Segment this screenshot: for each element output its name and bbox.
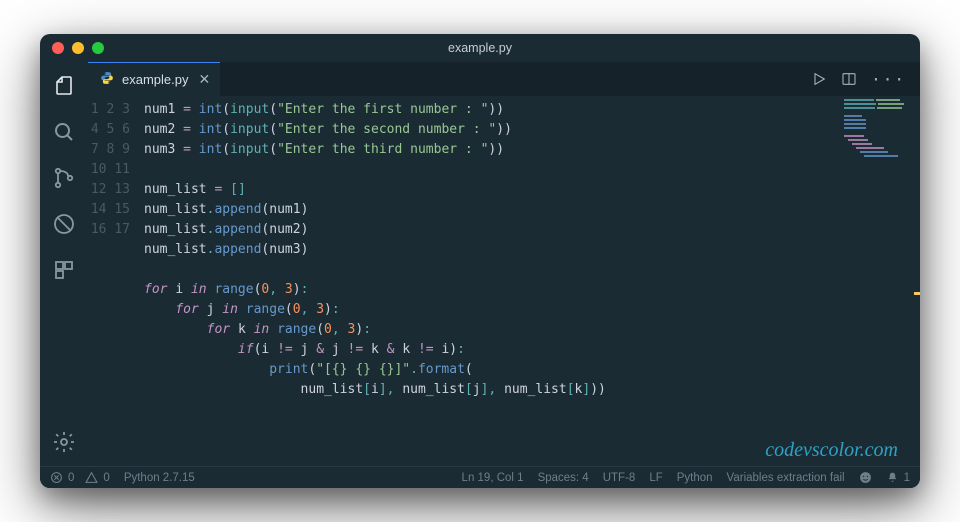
window-controls bbox=[52, 42, 104, 54]
titlebar: example.py bbox=[40, 34, 920, 62]
debug-icon[interactable] bbox=[50, 210, 78, 238]
overview-ruler bbox=[914, 96, 920, 466]
maximize-window-button[interactable] bbox=[92, 42, 104, 54]
tab-close-icon[interactable]: ✕ bbox=[198, 71, 210, 88]
search-icon[interactable] bbox=[50, 118, 78, 146]
more-actions-button[interactable]: ··· bbox=[871, 70, 906, 89]
status-language-mode[interactable]: Python bbox=[677, 472, 713, 484]
editor-body: example.py ✕ ··· 1 2 3 4 5 6 7 8 9 10 11… bbox=[40, 62, 920, 466]
status-extra[interactable]: Variables extraction fail bbox=[727, 472, 845, 484]
run-button[interactable] bbox=[811, 71, 827, 87]
status-errors-count: 0 bbox=[68, 472, 74, 484]
tab-bar: example.py ✕ ··· bbox=[88, 62, 920, 96]
status-notifications[interactable]: 1 bbox=[886, 471, 910, 484]
status-encoding[interactable]: UTF-8 bbox=[603, 472, 636, 484]
status-cursor-position[interactable]: Ln 19, Col 1 bbox=[462, 472, 524, 484]
line-number-gutter: 1 2 3 4 5 6 7 8 9 10 11 12 13 14 15 16 1… bbox=[88, 96, 144, 466]
editor-window: example.py bbox=[40, 34, 920, 488]
status-indentation[interactable]: Spaces: 4 bbox=[538, 472, 589, 484]
source-control-icon[interactable] bbox=[50, 164, 78, 192]
code-content[interactable]: num1 = int(input("Enter the first number… bbox=[144, 96, 920, 466]
status-problems[interactable]: 0 0 bbox=[50, 471, 110, 484]
extensions-icon[interactable] bbox=[50, 256, 78, 284]
activity-bar bbox=[40, 62, 88, 466]
tab-example-py[interactable]: example.py ✕ bbox=[88, 62, 220, 96]
code-editor[interactable]: 1 2 3 4 5 6 7 8 9 10 11 12 13 14 15 16 1… bbox=[88, 96, 920, 466]
close-window-button[interactable] bbox=[52, 42, 64, 54]
status-feedback-icon[interactable] bbox=[859, 471, 872, 484]
settings-gear-icon[interactable] bbox=[50, 428, 78, 456]
status-warnings-count: 0 bbox=[103, 472, 109, 484]
tab-label: example.py bbox=[122, 72, 188, 87]
editor-actions: ··· bbox=[811, 62, 920, 96]
minimize-window-button[interactable] bbox=[72, 42, 84, 54]
status-notifications-count: 1 bbox=[904, 472, 910, 484]
status-bar: 0 0 Python 2.7.15 Ln 19, Col 1 Spaces: 4… bbox=[40, 466, 920, 488]
split-editor-button[interactable] bbox=[841, 71, 857, 87]
status-eol[interactable]: LF bbox=[649, 472, 662, 484]
status-python-version[interactable]: Python 2.7.15 bbox=[124, 472, 195, 484]
python-file-icon bbox=[100, 71, 114, 88]
window-title: example.py bbox=[40, 41, 920, 55]
editor-area: example.py ✕ ··· 1 2 3 4 5 6 7 8 9 10 11… bbox=[88, 62, 920, 466]
explorer-icon[interactable] bbox=[50, 72, 78, 100]
